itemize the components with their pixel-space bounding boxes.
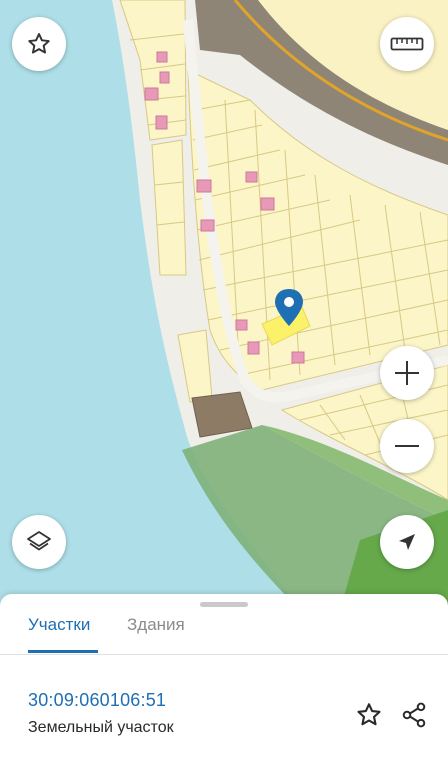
layers-button[interactable] (12, 515, 66, 569)
favorite-parcel-button[interactable] (352, 698, 386, 732)
share-button[interactable] (397, 698, 431, 732)
cadastral-number[interactable]: 30:09:060106:51 (28, 690, 166, 711)
minus-icon (395, 445, 419, 447)
plus-icon (395, 361, 419, 385)
ruler-icon (390, 37, 424, 51)
tab-buildings[interactable]: Здания (127, 614, 185, 636)
tabs-divider (0, 654, 448, 655)
star-outline-icon (28, 33, 50, 54)
parcel-type-label: Земельный участок (28, 719, 174, 736)
parcel-info-sheet: Участки Здания 30:09:060106:51 Земельный… (0, 594, 448, 767)
active-tab-indicator (28, 650, 98, 653)
map-view[interactable] (0, 0, 448, 610)
layers-icon (27, 531, 51, 551)
navigation-arrow-icon (399, 534, 415, 550)
star-outline-icon (357, 703, 381, 726)
zoom-out-button[interactable] (380, 419, 434, 473)
favorite-map-button[interactable] (12, 17, 66, 71)
tab-parcels[interactable]: Участки (28, 614, 90, 636)
sheet-drag-handle[interactable] (200, 602, 248, 607)
ruler-button[interactable] (380, 17, 434, 71)
my-location-button[interactable] (380, 515, 434, 569)
zoom-in-button[interactable] (380, 346, 434, 400)
map-canvas[interactable] (0, 0, 448, 610)
share-icon (402, 702, 426, 728)
